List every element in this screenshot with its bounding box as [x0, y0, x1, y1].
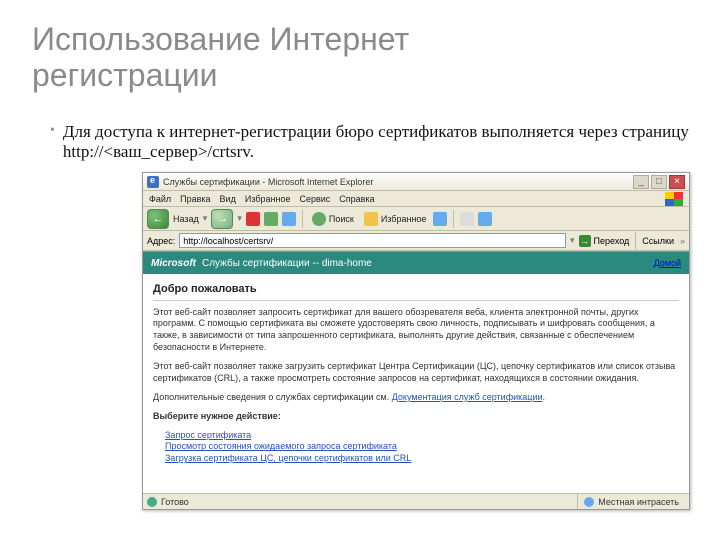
search-button[interactable]: Поиск	[309, 211, 357, 227]
links-label[interactable]: Ссылки	[642, 236, 674, 246]
bullet-block: • Для доступа к интернет-регистрации бюр…	[50, 122, 690, 162]
maximize-button[interactable]: □	[651, 175, 667, 189]
star-icon	[364, 212, 378, 226]
choose-action: Выберите нужное действие:	[153, 411, 679, 423]
go-arrow-icon: →	[579, 235, 591, 247]
search-label: Поиск	[329, 214, 354, 224]
favorites-button[interactable]: Избранное	[361, 211, 430, 227]
status-ready: Готово	[161, 497, 189, 507]
action-view-pending[interactable]: Просмотр состояния ожидаемого запроса се…	[165, 441, 679, 453]
back-button[interactable]: ←	[147, 209, 169, 229]
favorites-label: Избранное	[381, 214, 427, 224]
menu-view[interactable]: Вид	[220, 194, 236, 204]
paragraph-3: Дополнительные сведения о службах сертиф…	[153, 392, 679, 404]
close-button[interactable]: ×	[669, 175, 685, 189]
action-list: Запрос сертификата Просмотр состояния ож…	[165, 430, 679, 466]
go-label: Переход	[594, 236, 630, 246]
stop-icon[interactable]	[246, 212, 260, 226]
divider	[153, 300, 679, 301]
windows-flag-icon	[665, 192, 683, 206]
page-banner: Microsoft Службы сертификации -- dima-ho…	[143, 252, 689, 274]
zone-pane: Местная интрасеть	[577, 494, 685, 509]
paragraph-1: Этот веб-сайт позволяет запросить сертиф…	[153, 307, 679, 355]
forward-button[interactable]: →	[211, 209, 233, 229]
globe-icon	[584, 497, 594, 507]
title-line2: регистрации	[32, 57, 217, 93]
menu-file[interactable]: Файл	[149, 194, 171, 204]
bullet-marker: •	[50, 122, 55, 162]
zone-text: Местная интрасеть	[598, 497, 679, 507]
menu-edit[interactable]: Правка	[180, 194, 210, 204]
go-button[interactable]: → Переход	[579, 235, 630, 247]
ie-icon	[147, 176, 159, 188]
menu-favorites[interactable]: Избранное	[245, 194, 291, 204]
banner-text: Службы сертификации -- dima-home	[202, 258, 372, 269]
action-download-ca[interactable]: Загрузка сертификата ЦС, цепочки сертифи…	[165, 453, 679, 465]
search-icon	[312, 212, 326, 226]
media-icon[interactable]	[433, 212, 447, 226]
paragraph-2: Этот веб-сайт позволяет также загрузить …	[153, 361, 679, 385]
done-icon	[147, 497, 157, 507]
back-label[interactable]: Назад	[173, 214, 199, 224]
minimize-button[interactable]: _	[633, 175, 649, 189]
status-bar: Готово Местная интрасеть	[143, 493, 689, 509]
home-link[interactable]: Домой	[654, 258, 681, 268]
url-input[interactable]	[179, 233, 566, 248]
slide-title: Использование Интернет регистрации	[32, 22, 409, 94]
toolbar: ← Назад ▾ → ▾ Поиск Избранное	[143, 207, 689, 231]
para3-text: Дополнительные сведения о службах сертиф…	[153, 392, 392, 402]
address-bar: Адрес: ▾ → Переход Ссылки »	[143, 231, 689, 251]
menu-help[interactable]: Справка	[339, 194, 374, 204]
docs-link[interactable]: Документация служб сертификации	[392, 392, 543, 402]
address-label: Адрес:	[147, 236, 175, 246]
browser-window: Службы сертификации - Microsoft Internet…	[142, 172, 690, 510]
window-titlebar: Службы сертификации - Microsoft Internet…	[143, 173, 689, 191]
mail-icon[interactable]	[460, 212, 474, 226]
home-icon[interactable]	[282, 212, 296, 226]
window-title-text: Службы сертификации - Microsoft Internet…	[163, 177, 373, 187]
refresh-icon[interactable]	[264, 212, 278, 226]
page-content: Microsoft Службы сертификации -- dima-ho…	[143, 251, 689, 493]
welcome-heading: Добро пожаловать	[153, 282, 679, 297]
title-line1: Использование Интернет	[32, 21, 409, 57]
brand-text: Microsoft	[151, 258, 196, 269]
menu-tools[interactable]: Сервис	[299, 194, 330, 204]
action-request-cert[interactable]: Запрос сертификата	[165, 430, 679, 442]
print-icon[interactable]	[478, 212, 492, 226]
page-body: Добро пожаловать Этот веб-сайт позволяет…	[143, 274, 689, 473]
bullet-text: Для доступа к интернет-регистрации бюро …	[63, 122, 690, 162]
menu-bar: Файл Правка Вид Избранное Сервис Справка	[143, 191, 689, 207]
